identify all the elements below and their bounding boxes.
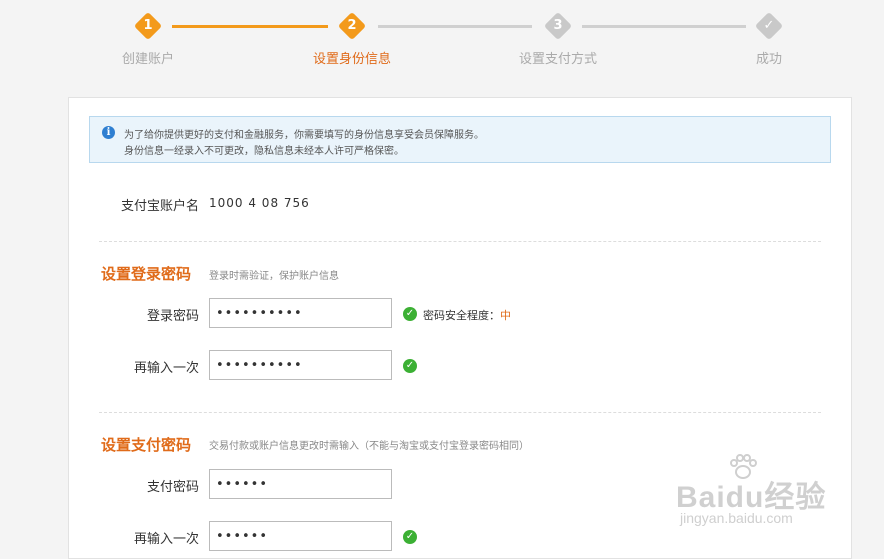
baidu-jingyan-watermark: Baidu经验 jingyan.baidu.com: [676, 454, 846, 534]
pay-confirm-label: 再输入一次: [133, 532, 199, 547]
notice-line-2: 身份信息一经录入不可更改，隐私信息未经本人许可严格保密。: [124, 146, 404, 157]
login-password-label: 登录密码: [146, 309, 199, 324]
check-circle-icon: ✓: [403, 307, 417, 321]
step-4-node: ✓: [754, 11, 784, 41]
pay-password-label: 支付密码: [146, 480, 199, 495]
watermark-url: jingyan.baidu.com: [680, 510, 793, 526]
login-password-hint: 登录时需验证，保护账户信息: [209, 271, 339, 282]
pay-confirm-input[interactable]: [209, 521, 392, 551]
step-connector-1: [172, 25, 328, 28]
checkmark-icon: ✓: [763, 18, 775, 33]
divider: [99, 241, 821, 242]
step-2-label: 设置身份信息: [312, 52, 391, 67]
divider: [99, 412, 821, 413]
pay-password-section-title: 设置支付密码: [101, 436, 192, 454]
step-1-node: 1: [133, 11, 163, 41]
info-notice: i 为了给你提供更好的支付和金融服务，你需要填写的身份信息享受会员保障服务。 身…: [89, 116, 831, 163]
step-3-node: 3: [543, 11, 573, 41]
password-strength-prefix: 密码安全程度：: [423, 309, 500, 322]
info-icon: i: [102, 126, 115, 139]
password-strength-level: 中: [500, 309, 511, 322]
login-confirm-label: 再输入一次: [133, 361, 199, 376]
step-4-label: 成功: [755, 52, 782, 67]
step-1-label: 创建账户: [121, 52, 174, 67]
pay-password-input[interactable]: [209, 469, 392, 499]
account-label: 支付宝账户名: [120, 199, 199, 214]
step-progress: 1 2 3 ✓ 创建账户 设置身份信息 设置支付方式 成功: [0, 0, 884, 90]
step-2-number: 2: [347, 18, 357, 33]
account-value: 1000 4 08 756: [209, 196, 310, 210]
step-2-node: 2: [337, 11, 367, 41]
login-confirm-input[interactable]: [209, 350, 392, 380]
step-connector-3: [582, 25, 746, 28]
login-password-input[interactable]: [209, 298, 392, 328]
check-circle-icon: ✓: [403, 359, 417, 373]
step-connector-2: [378, 25, 532, 28]
notice-line-1: 为了给你提供更好的支付和金融服务，你需要填写的身份信息享受会员保障服务。: [124, 130, 484, 141]
step-1-number: 1: [143, 18, 153, 33]
password-strength: 密码安全程度：中: [423, 307, 511, 323]
pay-password-hint: 交易付款或账户信息更改时需输入（不能与淘宝或支付宝登录密码相同）: [209, 441, 529, 452]
step-3-number: 3: [553, 18, 563, 33]
login-password-section-title: 设置登录密码: [101, 265, 192, 283]
check-circle-icon: ✓: [403, 530, 417, 544]
step-3-label: 设置支付方式: [518, 52, 597, 67]
